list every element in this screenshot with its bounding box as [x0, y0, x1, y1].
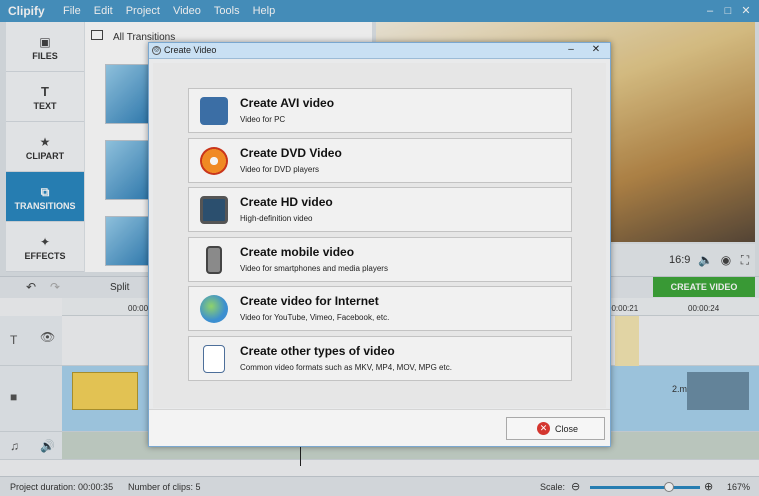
monitor-icon — [200, 196, 228, 224]
option-title: Create HD video — [240, 195, 333, 209]
option-title: Create DVD Video — [240, 146, 342, 160]
option-subtitle: Video for DVD players — [240, 165, 319, 174]
globe-icon — [200, 295, 228, 323]
create-hd-button[interactable]: Create HD video High-definition video — [188, 187, 572, 232]
close-label: Close — [555, 424, 579, 434]
dialog-minimize-icon[interactable]: – — [561, 44, 581, 57]
option-subtitle: Video for YouTube, Vimeo, Facebook, etc. — [240, 313, 390, 322]
close-icon: ✕ — [537, 422, 550, 435]
create-avi-button[interactable]: Create AVI video Video for PC — [188, 88, 572, 133]
dialog-footer: ✕ Close — [149, 409, 610, 446]
dialog-body: Create AVI video Video for PC Create DVD… — [153, 63, 606, 408]
create-mobile-button[interactable]: Create mobile video Video for smartphone… — [188, 237, 572, 282]
create-other-button[interactable]: Create other types of video Common video… — [188, 336, 572, 381]
option-title: Create AVI video — [240, 96, 335, 110]
option-title: Create other types of video — [240, 344, 395, 358]
create-video-dialog: ◎ Create Video – ✕ Create AVI video Vide… — [148, 42, 611, 447]
create-dvd-button[interactable]: Create DVD Video Video for DVD players — [188, 138, 572, 183]
dialog-close-icon[interactable]: ✕ — [585, 44, 607, 57]
option-subtitle: High-definition video — [240, 214, 313, 223]
dialog-title-bar: ◎ Create Video – ✕ — [149, 43, 610, 59]
dialog-app-icon: ◎ — [152, 46, 161, 55]
create-internet-button[interactable]: Create video for Internet Video for YouT… — [188, 286, 572, 331]
close-button[interactable]: ✕ Close — [506, 417, 605, 440]
video-file-icon — [203, 345, 225, 373]
app-window: Clipify File Edit Project Video Tools He… — [0, 0, 759, 496]
phone-icon — [206, 246, 222, 274]
option-subtitle: Video for PC — [240, 115, 286, 124]
avi-film-icon — [200, 97, 228, 125]
option-subtitle: Common video formats such as MKV, MP4, M… — [240, 363, 452, 372]
option-subtitle: Video for smartphones and media players — [240, 264, 388, 273]
dialog-title: Create Video — [164, 45, 217, 55]
option-title: Create mobile video — [240, 245, 355, 259]
option-title: Create video for Internet — [240, 294, 379, 308]
dvd-disc-icon — [200, 147, 228, 175]
